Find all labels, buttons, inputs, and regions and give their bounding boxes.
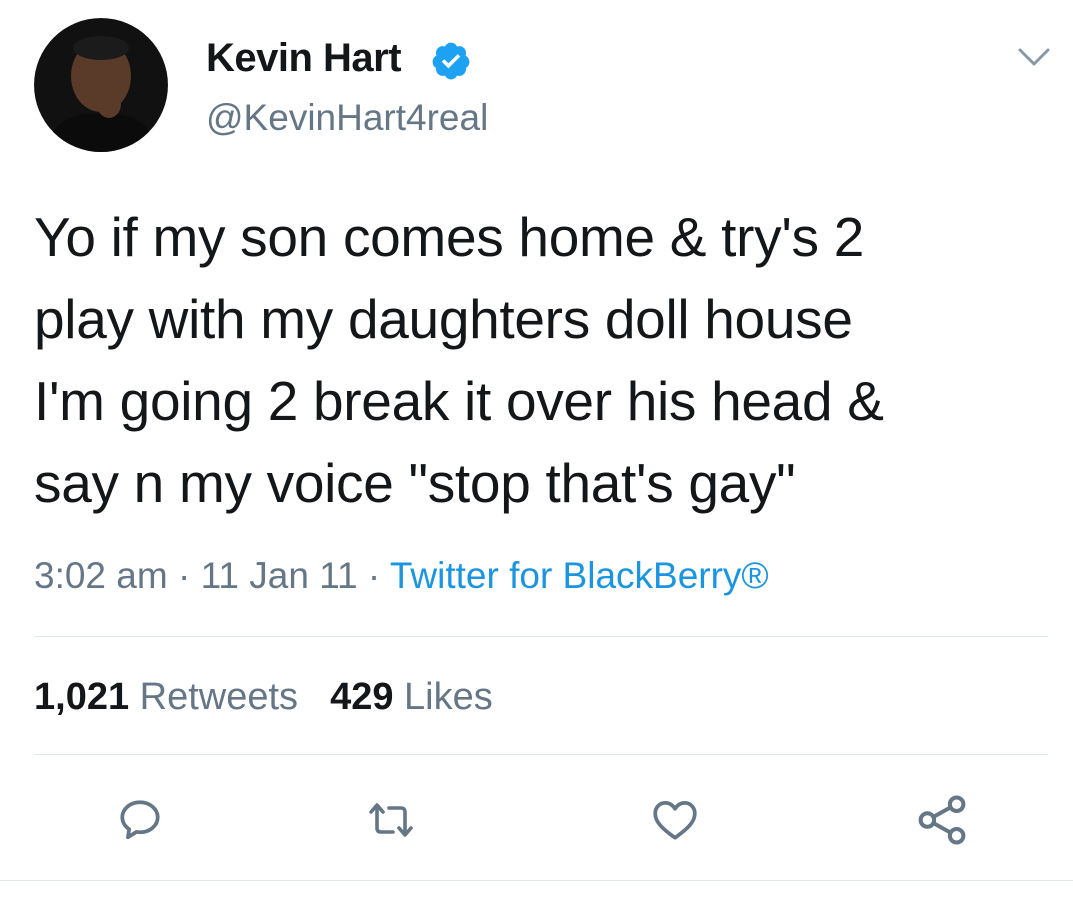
tweet-meta: 3:02 am · 11 Jan 11 · Twitter for BlackB… (34, 555, 769, 597)
tweet-text: Yo if my son comes home & try's 2 play w… (34, 196, 1064, 524)
like-button[interactable] (645, 790, 705, 850)
avatar-image (34, 18, 168, 152)
retweet-button[interactable] (361, 790, 421, 850)
retweet-icon (369, 803, 413, 837)
reply-icon (120, 800, 160, 840)
tweet-time[interactable]: 3:02 am (34, 555, 168, 596)
divider (34, 754, 1048, 755)
chevron-down-icon[interactable] (1016, 42, 1052, 70)
tweet-stats: 1,021 Retweets 429 Likes (34, 676, 493, 719)
tweet-date[interactable]: 11 Jan 11 (201, 555, 358, 596)
divider (34, 636, 1048, 637)
likes-label: Likes (404, 676, 493, 718)
tweet-line: I'm going 2 break it over his head & (34, 370, 884, 432)
retweets-count: 1,021 (34, 676, 130, 718)
user-handle[interactable]: @KevinHart4real (206, 97, 488, 139)
share-button[interactable] (912, 790, 972, 850)
like-icon (653, 801, 697, 840)
display-name[interactable]: Kevin Hart (206, 36, 402, 81)
tweet-line: play with my daughters doll house (34, 288, 853, 350)
tweet-line: say n my voice "stop that's gay" (34, 452, 796, 514)
tweet-line: Yo if my son comes home & try's 2 (34, 206, 865, 268)
divider (0, 880, 1073, 881)
likes-stat[interactable]: 429 Likes (330, 676, 493, 718)
retweets-label: Retweets (139, 676, 299, 718)
meta-separator: · (167, 555, 201, 596)
avatar[interactable] (34, 18, 168, 152)
share-icon (918, 795, 966, 845)
likes-count: 429 (330, 676, 394, 718)
reply-button[interactable] (110, 790, 170, 850)
tweet-source-link[interactable]: Twitter for BlackBerry® (390, 555, 769, 596)
retweets-stat[interactable]: 1,021 Retweets (34, 676, 298, 718)
meta-separator: · (357, 555, 390, 596)
verified-badge-icon (432, 42, 470, 80)
